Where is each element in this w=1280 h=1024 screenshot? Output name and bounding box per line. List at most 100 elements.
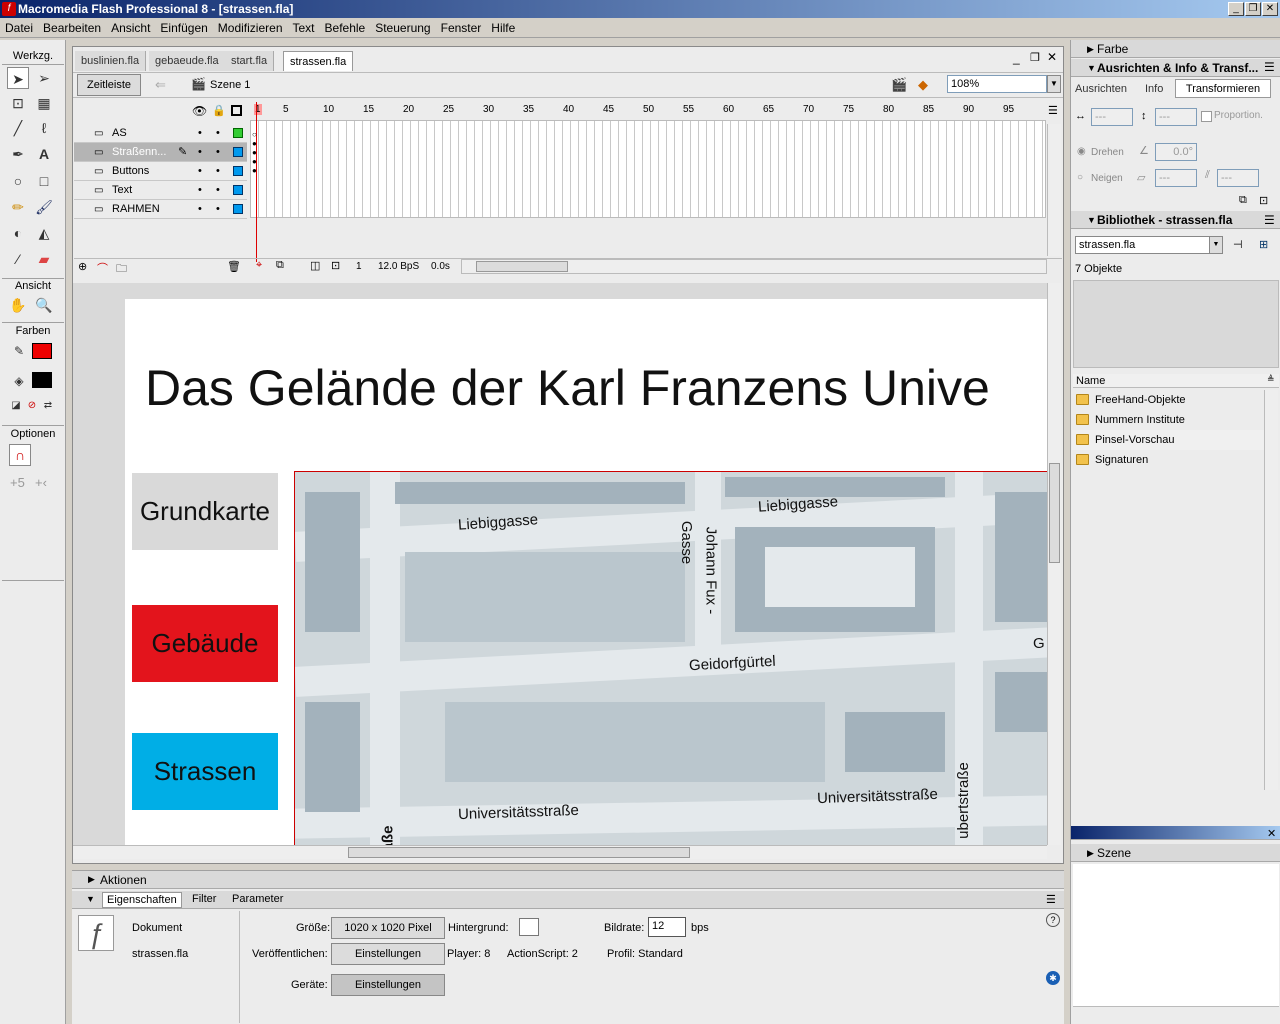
- stage-hscroll[interactable]: [73, 845, 1047, 859]
- layer-lock-dot[interactable]: •: [216, 181, 220, 200]
- grundkarte-button[interactable]: Grundkarte: [132, 473, 278, 550]
- swap-colors-icon[interactable]: ⇄: [37, 395, 59, 417]
- accessibility-icon[interactable]: ✱: [1046, 971, 1060, 985]
- stage-vscroll-thumb[interactable]: [1049, 463, 1060, 563]
- doc-close-icon[interactable]: ✕: [1047, 50, 1057, 64]
- menu-modifizieren[interactable]: Modifizieren: [213, 18, 288, 38]
- pencil-tool-icon[interactable]: ✏: [7, 196, 29, 218]
- layer-visible-dot[interactable]: •: [198, 200, 202, 219]
- skew-radio[interactable]: ○: [1077, 172, 1083, 183]
- layer-lock-dot[interactable]: •: [216, 143, 220, 162]
- layer-row[interactable]: ▭ Buttons • •: [74, 162, 247, 181]
- framerate-field[interactable]: 12: [648, 917, 686, 937]
- stroke-color-swatch[interactable]: [32, 343, 52, 359]
- layer-row[interactable]: ▭ RAHMEN • •: [74, 200, 247, 219]
- gradient-transform-tool-icon[interactable]: ▦: [33, 92, 55, 114]
- align-panel-menu-icon[interactable]: ☰: [1264, 60, 1275, 74]
- zoom-tool-icon[interactable]: 🔍: [33, 294, 55, 316]
- outline-icon[interactable]: [231, 105, 242, 116]
- library-panel-menu-icon[interactable]: ☰: [1264, 213, 1275, 227]
- tab-strassen[interactable]: strassen.fla: [283, 51, 354, 71]
- proportion-checkbox[interactable]: [1201, 111, 1212, 122]
- campus-map[interactable]: Liebiggasse Liebiggasse Johann Fux - Gas…: [294, 471, 1047, 845]
- layer-visible-dot[interactable]: •: [198, 143, 202, 162]
- stage-vscroll[interactable]: [1047, 283, 1061, 845]
- back-arrow-icon[interactable]: ⇐: [155, 77, 166, 93]
- stage[interactable]: Das Gelände der Karl Franzens Unive Grun…: [125, 299, 1047, 845]
- sort-icon[interactable]: ≜: [1267, 374, 1275, 385]
- eye-icon[interactable]: 👁: [192, 104, 207, 118]
- tab-ausrichten[interactable]: Ausrichten: [1075, 80, 1135, 98]
- menu-hilfe[interactable]: Hilfe: [486, 18, 520, 38]
- layer-lock-dot[interactable]: •: [216, 162, 220, 181]
- brush-tool-icon[interactable]: 🖌: [33, 196, 55, 218]
- insert-layer-icon[interactable]: ⊕: [78, 260, 87, 273]
- layer-lock-dot[interactable]: •: [216, 124, 220, 143]
- timeline-hscroll-thumb[interactable]: [476, 261, 568, 272]
- straighten-icon[interactable]: +‹: [35, 475, 47, 490]
- layer-outline-swatch[interactable]: [233, 147, 243, 157]
- layer-outline-swatch[interactable]: [233, 128, 243, 138]
- strassen-button[interactable]: Strassen: [132, 733, 278, 810]
- devices-settings-button[interactable]: Einstellungen: [331, 974, 445, 996]
- layer-row[interactable]: ▭ Straßenn... ✎ • •: [74, 143, 247, 162]
- menu-steuerung[interactable]: Steuerung: [370, 18, 435, 38]
- motion-guide-icon[interactable]: ⌒: [97, 260, 108, 276]
- stage-hscroll-thumb[interactable]: [348, 847, 690, 858]
- tab-eigenschaften[interactable]: Eigenschaften: [102, 892, 182, 908]
- minimize-button[interactable]: _: [1228, 2, 1244, 16]
- align-panel-header[interactable]: ▼ Ausrichten & Info & Transf...: [1071, 59, 1280, 77]
- layer-visible-dot[interactable]: •: [198, 124, 202, 143]
- publish-settings-button[interactable]: Einstellungen: [331, 943, 445, 965]
- playhead[interactable]: [256, 102, 257, 262]
- edit-symbol-icon[interactable]: ◆: [918, 77, 928, 93]
- close-button[interactable]: ✕: [1262, 2, 1278, 16]
- properties-menu-icon[interactable]: ☰: [1046, 893, 1056, 906]
- help-icon[interactable]: ?: [1046, 913, 1060, 927]
- reset-transform-icon[interactable]: ⊡: [1259, 194, 1268, 207]
- menu-bearbeiten[interactable]: Bearbeiten: [38, 18, 106, 38]
- edit-multiple-icon[interactable]: ⊡: [331, 259, 340, 272]
- width-field[interactable]: ---: [1091, 108, 1133, 126]
- layer-row[interactable]: ▭ Text • •: [74, 181, 247, 200]
- skew-h-field[interactable]: ---: [1155, 169, 1197, 187]
- paint-bucket-tool-icon[interactable]: ◭: [33, 222, 55, 244]
- menu-datei[interactable]: Datei: [0, 18, 38, 38]
- center-frame-icon[interactable]: ⌖: [256, 259, 262, 272]
- layer-outline-swatch[interactable]: [233, 185, 243, 195]
- ink-bottle-tool-icon[interactable]: ◐: [7, 222, 29, 244]
- scene-panel-header[interactable]: ▶ Szene: [1071, 844, 1280, 862]
- library-item[interactable]: FreeHand-Objekte: [1072, 390, 1264, 410]
- tab-gebaeude[interactable]: gebaeude.fla: [149, 51, 226, 71]
- rectangle-tool-icon[interactable]: □: [33, 170, 55, 192]
- pin-library-icon[interactable]: ⊣: [1233, 238, 1243, 251]
- eraser-tool-icon[interactable]: ▰: [33, 248, 55, 270]
- color-panel-header[interactable]: ▶ Farbe: [1071, 40, 1280, 58]
- tab-start[interactable]: start.fla: [225, 51, 275, 71]
- snap-magnet-icon[interactable]: ∩: [9, 444, 31, 466]
- onion-skin-icon[interactable]: ⧉: [276, 259, 284, 272]
- timeline-toggle-button[interactable]: Zeitleiste: [77, 74, 141, 96]
- oval-tool-icon[interactable]: ○: [7, 170, 29, 192]
- doc-restore-icon[interactable]: ❐: [1030, 51, 1040, 64]
- timeline-menu-icon[interactable]: ☰: [1048, 104, 1058, 117]
- timeline-hscroll[interactable]: [461, 259, 1047, 274]
- tab-buslinien[interactable]: buslinien.fla: [75, 51, 147, 71]
- lasso-tool-icon[interactable]: ℓ: [33, 117, 55, 139]
- actions-panel-header[interactable]: ▶ Aktionen: [72, 871, 1064, 889]
- tab-parameter[interactable]: Parameter: [232, 893, 283, 905]
- rotate-field[interactable]: 0.0°: [1155, 143, 1197, 161]
- library-item[interactable]: Signaturen: [1072, 450, 1264, 470]
- menu-fenster[interactable]: Fenster: [436, 18, 487, 38]
- gebaeude-button[interactable]: Gebäude: [132, 605, 278, 682]
- hand-tool-icon[interactable]: ✋: [7, 294, 29, 316]
- skew-v-field[interactable]: ---: [1217, 169, 1259, 187]
- library-item[interactable]: Pinsel-Vorschau: [1072, 430, 1264, 450]
- smooth-icon[interactable]: +5: [10, 475, 25, 490]
- layer-visible-dot[interactable]: •: [198, 162, 202, 181]
- layer-outline-swatch[interactable]: [233, 166, 243, 176]
- free-transform-tool-icon[interactable]: ⊡: [7, 92, 29, 114]
- copy-transform-icon[interactable]: ⧉: [1239, 194, 1247, 207]
- text-tool-icon[interactable]: A: [33, 143, 55, 165]
- tab-filter[interactable]: Filter: [192, 893, 216, 905]
